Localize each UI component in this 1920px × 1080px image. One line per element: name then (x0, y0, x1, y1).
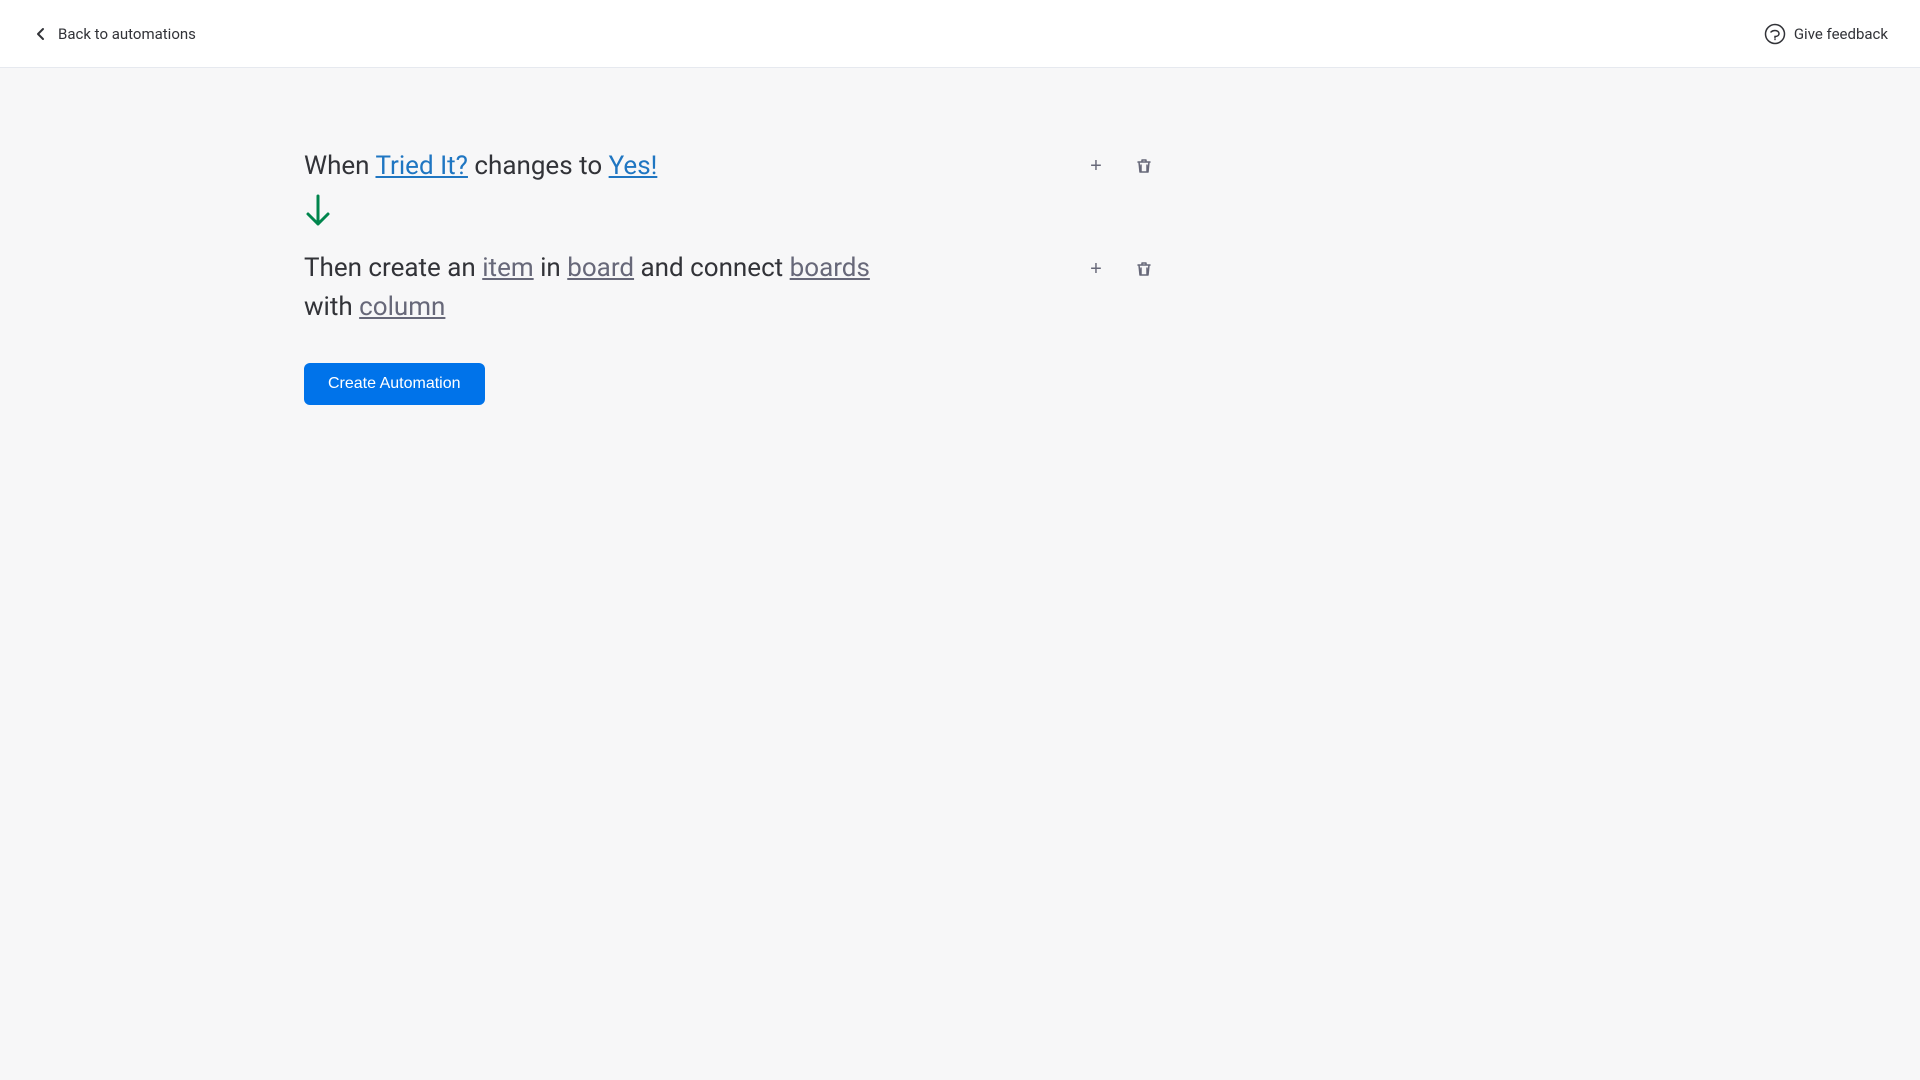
trigger-add-button[interactable]: + (1080, 150, 1112, 182)
arrow-down-container (304, 194, 1920, 233)
main-content: When Tried It? changes to Yes! + Then cr… (0, 68, 1920, 405)
action-in-text: in (534, 253, 568, 283)
create-automation-button[interactable]: Create Automation (304, 363, 485, 405)
feedback-icon (1764, 23, 1786, 45)
back-link-label: Back to automations (58, 25, 196, 43)
trigger-delete-button[interactable] (1128, 150, 1160, 182)
action-boards-link[interactable]: boards (790, 253, 870, 283)
feedback-label: Give feedback (1794, 25, 1888, 43)
header: Back to automations Give feedback (0, 0, 1920, 68)
action-text: Then create an item in board and connect… (304, 249, 870, 327)
trigger-value-link[interactable]: Yes! (609, 151, 658, 181)
action-prefix: Then create an (304, 253, 482, 283)
action-add-button[interactable]: + (1080, 253, 1112, 285)
arrow-down-icon (304, 202, 332, 235)
action-block-actions: + (1080, 249, 1160, 285)
action-item-link[interactable]: item (482, 253, 533, 283)
trigger-text: When Tried It? changes to Yes! (304, 148, 657, 184)
back-to-automations-link[interactable]: Back to automations (32, 25, 196, 43)
action-board-link[interactable]: board (567, 253, 634, 283)
action-delete-button[interactable] (1128, 253, 1160, 285)
back-arrow-icon (32, 25, 50, 43)
action-with-text: with (304, 292, 359, 322)
action-and-text: and connect (634, 253, 790, 283)
trigger-field-link[interactable]: Tried It? (375, 151, 467, 181)
trigger-prefix: When (304, 151, 375, 181)
feedback-link[interactable]: Give feedback (1764, 23, 1888, 45)
trigger-block-actions: + (1080, 150, 1160, 182)
trigger-middle: changes to (468, 151, 609, 181)
action-column-link[interactable]: column (359, 292, 445, 322)
